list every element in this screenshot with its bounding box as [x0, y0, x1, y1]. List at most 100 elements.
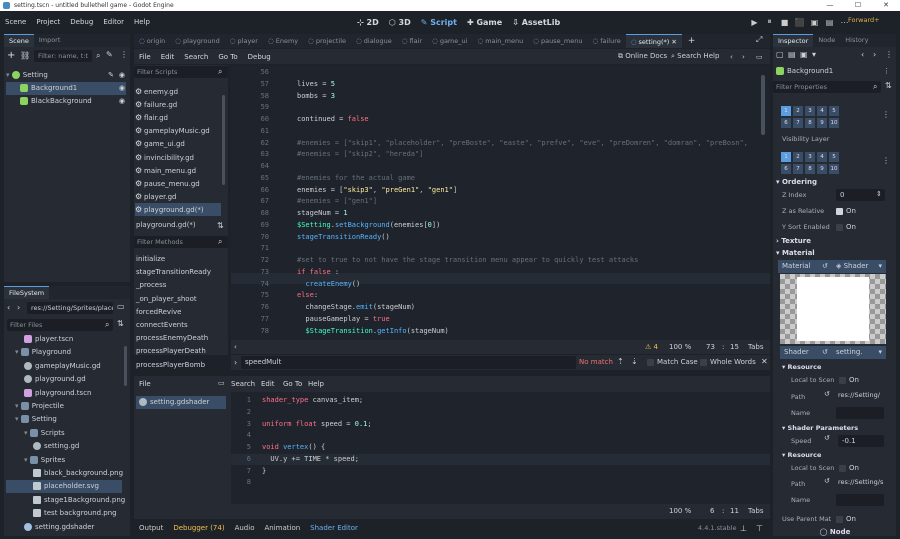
script-list-item[interactable]: ⚙ main_menu.gd	[135, 164, 221, 177]
layer-toggle[interactable]: 1	[781, 152, 791, 162]
layer-toggle[interactable]: 2	[793, 106, 803, 116]
main-screen-3d[interactable]: ⬡ 3D	[384, 18, 416, 27]
shader-menu-help[interactable]: Help	[303, 380, 329, 388]
layer-toggle[interactable]: 3	[805, 152, 815, 162]
filter-scripts-input[interactable]: Filter Scripts	[134, 66, 228, 78]
layer-toggle[interactable]: 8	[805, 164, 815, 174]
chevron-down-icon[interactable]: ▾	[15, 402, 21, 410]
method-list-item[interactable]: forcedRevive	[136, 306, 222, 319]
script-tab-8[interactable]: ◌ main_menu	[472, 34, 528, 48]
open-resource-icon[interactable]: ▤	[788, 50, 796, 59]
sort-icon[interactable]: ⇅	[217, 221, 224, 230]
tab-shader-editor[interactable]: Shader Editor	[305, 524, 363, 532]
tab-filesystem[interactable]: FileSystem	[4, 286, 50, 299]
fs-item[interactable]: setting.gd	[6, 440, 122, 453]
object-menu-icon[interactable]: ⋮	[883, 65, 890, 77]
stop-icon[interactable]: ■	[777, 18, 792, 27]
chevron-right-icon[interactable]: ›	[234, 358, 237, 367]
chevron-down-icon[interactable]: ▾	[24, 456, 30, 464]
save-resource-icon[interactable]: ▣	[800, 50, 808, 59]
chevron-down-icon[interactable]: ▾	[878, 260, 882, 273]
speed-spinbox[interactable]: -0.1	[838, 435, 884, 447]
resource-section-2[interactable]: ▾ Resource	[782, 449, 896, 461]
script-menu-debug[interactable]: Debug	[243, 53, 276, 61]
tab-inspector[interactable]: Inspector	[773, 34, 814, 47]
fs-item[interactable]: ▾ Projectile	[6, 400, 122, 413]
menu-help[interactable]: Help	[129, 18, 155, 26]
tab-node[interactable]: Node	[813, 34, 840, 47]
texture-section[interactable]: › Texture	[776, 235, 890, 247]
script-tab-3[interactable]: ◌ Enemy	[263, 34, 303, 48]
node-section[interactable]: ◯ Node	[800, 526, 870, 538]
close-tab-icon[interactable]: ✕	[669, 38, 676, 46]
y-sort-checkbox[interactable]: On	[836, 221, 856, 233]
resource-options-icon[interactable]: ▾	[812, 50, 816, 59]
shader-parameters-section[interactable]: ▾ Shader Parameters	[782, 422, 896, 434]
layer-toggle[interactable]: 1	[781, 106, 791, 116]
shader-file-item[interactable]: setting.gdshader	[136, 396, 226, 409]
pause-icon[interactable]: ⏸	[762, 17, 777, 27]
tree-item-setting[interactable]: ▾ Setting ✎ ◉	[6, 69, 126, 82]
method-list-item[interactable]: _process	[136, 279, 222, 292]
layer-toggle[interactable]: 4	[817, 106, 827, 116]
revert-icon[interactable]: ↺	[824, 390, 830, 398]
collapse-left-icon[interactable]: ‹	[234, 340, 237, 354]
indent-mode[interactable]: Tabs	[748, 340, 764, 354]
minimize-button[interactable]: —	[816, 0, 844, 11]
fs-item[interactable]: test background.png	[6, 507, 122, 520]
layer-toggle[interactable]: 10	[829, 118, 839, 128]
main-screen-assetlib[interactable]: ⇩ AssetLib	[507, 18, 565, 27]
shader-menu-edit[interactable]: Edit	[256, 380, 280, 388]
search-help-button[interactable]: ⌕ Search Help	[671, 52, 719, 61]
script-tab-2[interactable]: ◌ player	[225, 34, 263, 48]
history-back-icon[interactable]: ‹	[861, 50, 864, 59]
revert-icon[interactable]: ↺	[824, 477, 830, 485]
script-tab-5[interactable]: ◌ dialogue	[351, 34, 397, 48]
add-tab-icon[interactable]: +	[688, 36, 696, 46]
script-tab-10[interactable]: ◌ failure	[587, 34, 625, 48]
tree-item-background1[interactable]: Background1 ◉	[6, 82, 126, 95]
script-menu-file[interactable]: File	[134, 53, 156, 61]
main-screen-game[interactable]: ✚ Game	[462, 18, 507, 27]
filter-methods-input[interactable]: Filter Methods	[134, 236, 228, 248]
layer-toggle[interactable]: 7	[793, 118, 803, 128]
prev-script-icon[interactable]: ‹	[730, 53, 733, 61]
whole-words-checkbox[interactable]: Whole Words	[700, 358, 756, 366]
spinner-icon[interactable]: ⇕	[876, 190, 882, 198]
fs-item[interactable]: setting.gdshader	[6, 521, 122, 534]
local-to-scene-checkbox-2[interactable]: On	[839, 462, 859, 474]
chevron-down-icon[interactable]: ▾	[15, 348, 21, 356]
code-editor[interactable]: 56 57 lives = 5 58 bombs = 3 59 60 continued = …	[231, 65, 770, 340]
chevron-down-icon[interactable]: ▾	[878, 346, 882, 359]
layer-toggle[interactable]: 5	[829, 152, 839, 162]
layer-toggle[interactable]: 8	[805, 118, 815, 128]
close-window-button[interactable]: ✕	[872, 0, 900, 11]
script-options-icon[interactable]: ▭	[756, 53, 763, 61]
script-icon[interactable]: ✎	[108, 69, 114, 82]
layer-toggle[interactable]: 4	[817, 152, 827, 162]
filter-files-input[interactable]: Filter Files	[7, 319, 113, 331]
tab-history[interactable]: History	[840, 34, 873, 47]
tab-scene[interactable]: Scene	[4, 34, 34, 47]
fs-item[interactable]: black_background.png	[6, 467, 123, 480]
renderer-select[interactable]: Forward+	[848, 16, 880, 24]
name-field-2[interactable]	[836, 494, 884, 506]
script-tab-4[interactable]: ◌ projectile	[303, 34, 351, 48]
script-tab-11[interactable]: ◌ setting(*) ✕	[625, 34, 682, 48]
layer-toggle[interactable]: 10	[829, 164, 839, 174]
scene-filter-input[interactable]: Filter: name, t:t	[34, 50, 92, 62]
fs-item[interactable]: player.tscn	[6, 333, 122, 346]
layer-toggle[interactable]: 6	[781, 164, 791, 174]
script-tab-1[interactable]: ◌ playground	[170, 34, 225, 48]
shader-code-editor[interactable]: 1 shader_type canvas_item; 2 3 uniform float…	[231, 392, 770, 504]
use-parent-material-checkbox[interactable]: On	[836, 513, 856, 525]
search-icon[interactable]: ⌕	[96, 51, 100, 61]
split-view-icon[interactable]: ▭	[117, 302, 125, 311]
tab-audio[interactable]: Audio	[230, 524, 260, 532]
script-list-item[interactable]: ⚙ game_ui.gd	[135, 137, 221, 150]
script-menu-goto[interactable]: Go To	[213, 53, 242, 61]
script-list-item[interactable]: ⚙ gameplayMusic.gd	[135, 124, 221, 137]
shader-zoom-level[interactable]: 100 %	[669, 504, 691, 518]
fs-item[interactable]: playground.gd	[6, 373, 122, 386]
property-options-icon[interactable]: ⇅	[885, 81, 892, 90]
